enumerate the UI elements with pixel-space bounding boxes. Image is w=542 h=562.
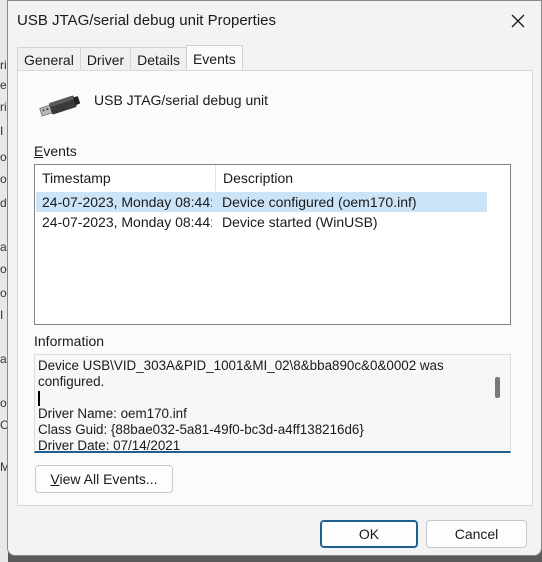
events-label-mnemonic: E: [34, 143, 44, 159]
background-text-fragment: e: [0, 78, 7, 92]
background-text-fragment: I: [0, 308, 4, 322]
event-timestamp: 24-07-2023, Monday 08:44:...: [42, 214, 212, 230]
background-text-fragment: ri: [0, 58, 7, 72]
events-label-rest: vents: [43, 143, 77, 159]
events-label: Events: [34, 143, 77, 159]
properties-dialog: USB JTAG/serial debug unit Properties Ge…: [7, 0, 542, 556]
tab-details[interactable]: Details: [130, 47, 187, 71]
text-caret: [38, 390, 40, 406]
information-text: Device USB\VID_303A&PID_1001&MI_02\8&bba…: [38, 358, 478, 453]
ok-button[interactable]: OK: [320, 520, 418, 548]
event-description: Device started (WinUSB): [222, 214, 378, 230]
background-text-fragment: o: [0, 150, 7, 164]
close-icon: [511, 14, 525, 28]
background-text-fragment: o: [0, 396, 7, 410]
usb-plug-icon: [39, 95, 80, 117]
background-text-fragment: a: [0, 352, 7, 366]
view-all-events-button[interactable]: View All Events...: [35, 465, 173, 493]
background-text-fragment: ri: [0, 100, 7, 114]
events-list[interactable]: Timestamp Description 24-07-2023, Monday…: [34, 164, 511, 325]
info-line-caret: [38, 390, 478, 406]
title-bar: USB JTAG/serial debug unit Properties: [8, 1, 541, 41]
info-line: Class Guid: {88bae032-5a81-49f0-bc3d-a4f…: [38, 422, 364, 437]
view-all-mnemonic: V: [50, 471, 60, 487]
background-text-fragment: o: [0, 172, 7, 186]
tab-driver[interactable]: Driver: [79, 47, 132, 71]
event-timestamp: 24-07-2023, Monday 08:44:...: [42, 194, 212, 210]
event-row[interactable]: 24-07-2023, Monday 08:44:... Device conf…: [36, 192, 487, 212]
events-tab-panel: USB JTAG/serial debug unit Events Timest…: [17, 70, 533, 506]
event-row[interactable]: 24-07-2023, Monday 08:44:... Device star…: [36, 212, 487, 232]
information-label: Information: [34, 333, 105, 349]
column-header-timestamp[interactable]: Timestamp: [35, 165, 216, 191]
info-line: configured.: [38, 374, 105, 389]
window-title: USB JTAG/serial debug unit Properties: [17, 12, 277, 29]
info-line: Driver Name: oem170.inf: [38, 406, 187, 421]
info-line: Driver Date: 07/14/2021: [38, 438, 181, 453]
tab-general[interactable]: General: [17, 47, 81, 71]
background-text-fragment: o: [0, 286, 7, 300]
information-textbox[interactable]: Device USB\VID_303A&PID_1001&MI_02\8&bba…: [34, 354, 511, 453]
background-text-fragment: a: [0, 240, 7, 254]
close-button[interactable]: [501, 5, 535, 37]
background-text-fragment: I: [0, 124, 4, 138]
device-name: USB JTAG/serial debug unit: [94, 92, 269, 108]
cancel-button[interactable]: Cancel: [426, 520, 527, 548]
tab-strip: General Driver Details Events: [17, 45, 243, 71]
event-description: Device configured (oem170.inf): [222, 194, 417, 210]
background-text-fragment: o: [0, 262, 7, 276]
scrollbar-thumb[interactable]: [495, 377, 500, 398]
tab-events[interactable]: Events: [185, 45, 243, 70]
background-text-fragment: d: [0, 196, 7, 210]
view-all-label: iew All Events...: [59, 471, 158, 487]
info-line: Device USB\VID_303A&PID_1001&MI_02\8&bba…: [38, 358, 444, 373]
column-header-description[interactable]: Description: [216, 165, 510, 191]
